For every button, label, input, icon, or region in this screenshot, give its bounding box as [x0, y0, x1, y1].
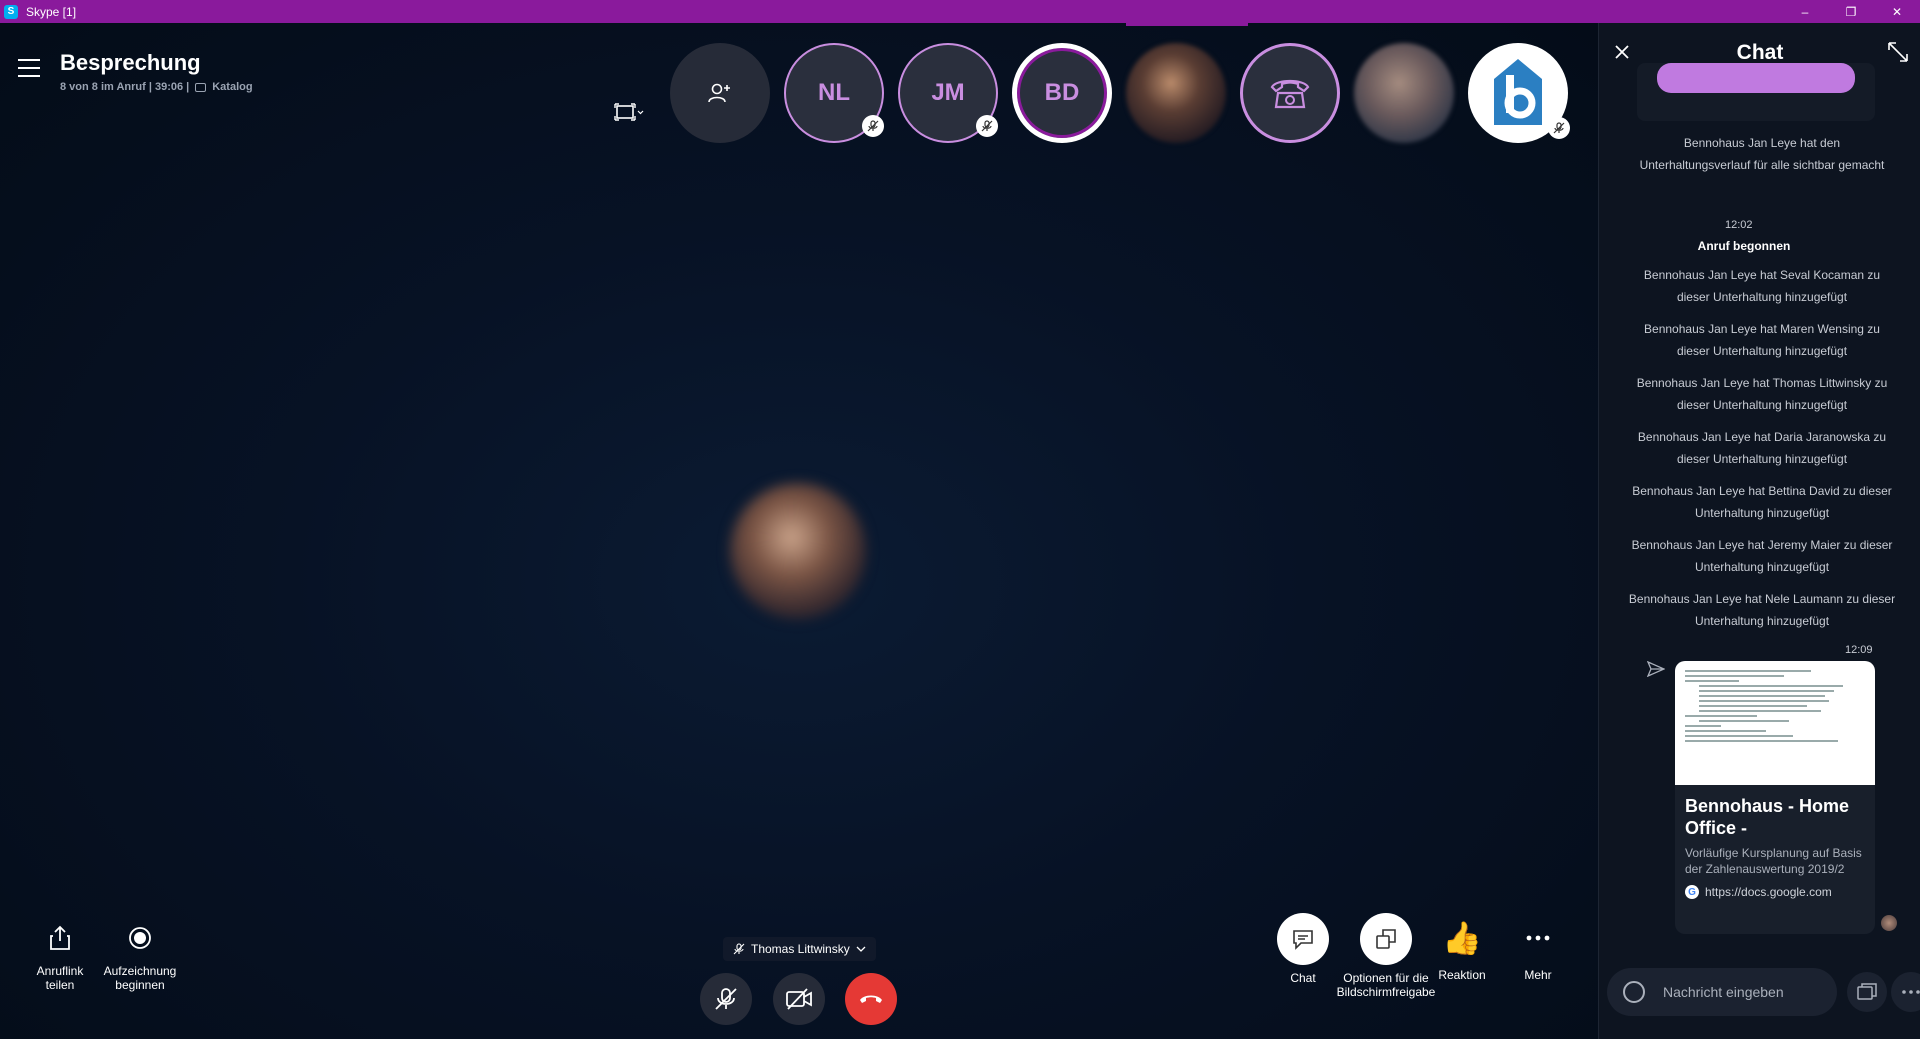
participant-initials: BD: [1044, 79, 1080, 106]
video-off-icon: [786, 988, 812, 1010]
call-stage: Besprechung 8 von 8 im Anruf | 39:06 | K…: [0, 23, 1598, 1039]
muted-mic-icon: [733, 943, 745, 955]
system-message: Bennohaus Jan Leye hat Daria Jaranowska …: [1637, 430, 1887, 466]
participant-initials: NL: [818, 79, 850, 106]
add-participant-button[interactable]: [670, 43, 770, 143]
menu-icon[interactable]: [18, 59, 40, 77]
add-person-icon: [708, 83, 730, 103]
previous-message-card: [1637, 63, 1875, 121]
chat-button[interactable]: Chat: [1272, 913, 1334, 985]
window-title: Skype [1]: [26, 4, 77, 19]
call-started-notice: Anruf begonnen: [1697, 239, 1791, 253]
call-status-text: 8 von 8 im Anruf | 39:06 |: [60, 81, 190, 93]
meeting-subtitle: 8 von 8 im Anruf | 39:06 | Katalog: [60, 81, 253, 93]
link-preview-title: Bennohaus - Home Office -: [1685, 796, 1850, 838]
muted-mic-icon: [1548, 117, 1570, 139]
timestamp: 12:09: [1845, 644, 1873, 656]
share-call-link-label: Anruflink teilen: [36, 964, 84, 992]
telephone-icon: [1270, 79, 1310, 109]
send-media-button[interactable]: [1847, 972, 1887, 1012]
participant-photo[interactable]: [1126, 43, 1226, 143]
active-speaker-selector[interactable]: Thomas Littwinsky: [723, 937, 876, 961]
more-button[interactable]: Mehr: [1508, 916, 1568, 982]
active-speaker-accent: [1126, 23, 1248, 26]
sent-status-icon: [1646, 660, 1666, 682]
screen-share-options-button[interactable]: Optionen für die Bildschirmfreigabe: [1334, 913, 1438, 999]
active-speaker-name: Thomas Littwinsky: [751, 942, 850, 956]
link-preview-card[interactable]: Bennohaus - Home Office - Vorläufige Kur…: [1675, 661, 1875, 934]
participant-avatar[interactable]: NL: [784, 43, 884, 143]
minimize-button[interactable]: –: [1782, 0, 1828, 23]
screen-share-label: Optionen für die Bildschirmfreigabe: [1336, 971, 1436, 999]
reaction-button[interactable]: 👍 Reaktion: [1432, 916, 1492, 982]
reaction-label: Reaktion: [1438, 968, 1486, 982]
chat-button-label: Chat: [1290, 971, 1316, 985]
end-call-button[interactable]: [845, 973, 897, 1025]
screen-share-icon: [1360, 913, 1412, 965]
participant-phone[interactable]: [1240, 43, 1340, 143]
participant-initials: JM: [931, 79, 965, 106]
link-preview-description: Vorläufige Kursplanung auf Basis der Zah…: [1685, 846, 1862, 876]
microphone-off-icon: [715, 988, 737, 1010]
grid-layout-icon: [614, 103, 644, 121]
thumbs-up-icon: 👍: [1442, 920, 1482, 956]
link-preview-url-text: https://docs.google.com: [1705, 885, 1832, 899]
system-message: Bennohaus Jan Leye hat Bettina David zu …: [1632, 484, 1892, 520]
emoji-icon[interactable]: [1623, 981, 1645, 1003]
participant-avatar[interactable]: JM: [898, 43, 998, 143]
layout-toggle-button[interactable]: [612, 101, 646, 123]
link-preview-thumbnail: [1675, 661, 1875, 785]
chevron-down-icon: [856, 946, 866, 952]
mute-microphone-button[interactable]: [700, 973, 752, 1025]
chat-bubble-icon: [1277, 913, 1329, 965]
start-recording-label: Aufzeichnung beginnen: [103, 964, 177, 992]
more-dots-icon: [1902, 990, 1920, 994]
chat-title: Chat: [1736, 41, 1784, 64]
system-message: Bennohaus Jan Leye hat Thomas Littwinsky…: [1636, 376, 1888, 412]
window-titlebar: S Skype [1] – ❐ ✕: [0, 0, 1920, 23]
close-window-button[interactable]: ✕: [1874, 0, 1920, 23]
participant-avatar-active[interactable]: BD: [1012, 43, 1112, 143]
google-icon: G: [1685, 885, 1699, 899]
start-recording-button[interactable]: Aufzeichnung beginnen: [100, 918, 180, 992]
participant-photo[interactable]: [1354, 43, 1454, 143]
record-icon: [120, 918, 160, 958]
system-message: Bennohaus Jan Leye hat Nele Laumann zu d…: [1628, 592, 1896, 628]
timestamp: 12:02: [1725, 219, 1753, 231]
expand-chat-button[interactable]: [1887, 41, 1911, 65]
muted-mic-icon: [862, 115, 884, 137]
read-receipt-avatar: [1881, 915, 1897, 931]
restore-button[interactable]: ❐: [1828, 0, 1874, 23]
previous-message-button[interactable]: [1657, 63, 1855, 93]
hang-up-icon: [860, 995, 882, 1003]
meeting-title: Besprechung: [60, 50, 201, 75]
participant-strip: NL JM BD: [670, 33, 1570, 153]
link-preview-url[interactable]: G https://docs.google.com: [1675, 877, 1875, 899]
system-message: Bennohaus Jan Leye hat Jeremy Maier zu d…: [1631, 538, 1893, 574]
folder-label[interactable]: Katalog: [212, 81, 252, 93]
skype-logo-icon: S: [4, 4, 18, 19]
system-message: Bennohaus Jan Leye hat Seval Kocaman zu …: [1643, 268, 1881, 304]
share-icon: [40, 918, 80, 958]
more-options-button[interactable]: [1891, 972, 1920, 1012]
message-composer[interactable]: Nachricht eingeben: [1607, 968, 1837, 1016]
muted-mic-icon: [976, 115, 998, 137]
share-call-link-button[interactable]: Anruflink teilen: [28, 918, 92, 992]
folder-icon: [195, 82, 207, 92]
expand-icon: [1888, 42, 1908, 62]
speaker-avatar: [730, 483, 866, 619]
media-icon: [1857, 983, 1877, 1000]
participant-logo[interactable]: [1468, 43, 1570, 143]
toggle-video-button[interactable]: [773, 973, 825, 1025]
system-message: Bennohaus Jan Leye hat den Unterhaltungs…: [1639, 136, 1885, 172]
message-input[interactable]: Nachricht eingeben: [1663, 984, 1784, 1000]
more-label: Mehr: [1524, 968, 1552, 982]
chat-panel: Chat Bennohaus Jan Leye hat den Unterhal…: [1598, 23, 1920, 1039]
more-dots-icon: [1516, 916, 1560, 960]
system-message: Bennohaus Jan Leye hat Maren Wensing zu …: [1644, 322, 1880, 358]
bennohaus-logo-icon: [1494, 59, 1542, 125]
